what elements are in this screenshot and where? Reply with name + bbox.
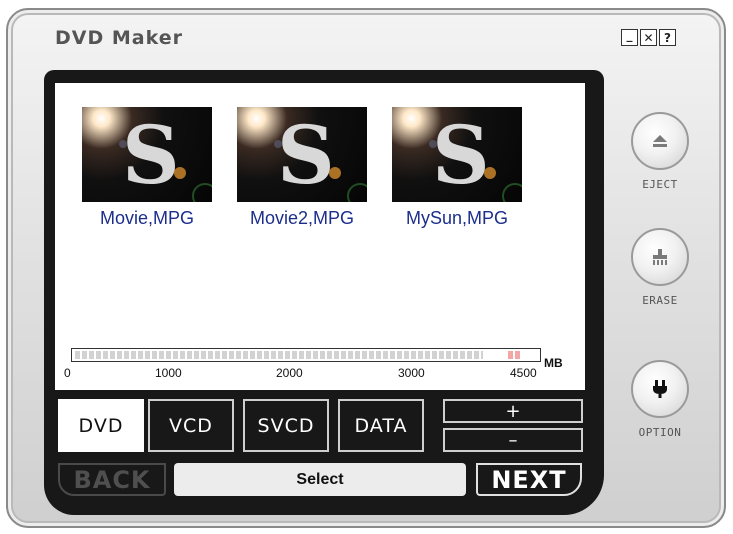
capacity-tick: 1000 bbox=[155, 366, 182, 380]
minimize-icon: _ bbox=[626, 27, 633, 42]
capacity-tick: 4500 bbox=[510, 366, 537, 380]
video-thumbnail: S bbox=[82, 107, 212, 202]
tab-dvd[interactable]: DVD bbox=[58, 399, 144, 452]
tab-vcd[interactable]: VCD bbox=[148, 399, 234, 452]
erase-button[interactable]: ERASE bbox=[628, 228, 692, 307]
increase-button[interactable]: + bbox=[443, 399, 583, 423]
video-thumbnail: S bbox=[237, 107, 367, 202]
plug-icon bbox=[653, 380, 667, 398]
decrease-button[interactable]: – bbox=[443, 428, 583, 452]
erase-button-circle[interactable] bbox=[631, 228, 689, 286]
option-button-circle[interactable] bbox=[631, 360, 689, 418]
capacity-unit: MB bbox=[544, 356, 563, 370]
capacity-tick: 0 bbox=[64, 366, 71, 380]
file-name: MySun,MPG bbox=[405, 208, 509, 228]
tab-svcd[interactable]: SVCD bbox=[243, 399, 329, 452]
help-icon: ? bbox=[664, 30, 671, 45]
file-display-area: S Movie,MPG S Movie2,MPG S MySun,MPG MB … bbox=[55, 83, 585, 390]
file-item[interactable]: S Movie2,MPG bbox=[232, 107, 372, 229]
close-button[interactable]: ✕ bbox=[640, 29, 657, 46]
option-label: OPTION bbox=[638, 426, 682, 439]
option-button[interactable]: OPTION bbox=[628, 360, 692, 439]
tab-data[interactable]: DATA bbox=[338, 399, 424, 452]
file-name: Movie,MPG bbox=[99, 208, 195, 228]
next-button[interactable]: NEXT bbox=[476, 463, 582, 496]
video-thumbnail: S bbox=[392, 107, 522, 202]
erase-icon bbox=[653, 249, 667, 265]
eject-icon bbox=[653, 135, 667, 147]
help-button[interactable]: ? bbox=[659, 29, 676, 46]
close-icon: ✕ bbox=[643, 30, 654, 45]
minimize-button[interactable]: _ bbox=[621, 29, 638, 46]
capacity-fill bbox=[75, 351, 483, 359]
window-controls: _ ✕ ? bbox=[621, 29, 676, 46]
capacity-bar bbox=[71, 348, 541, 362]
file-item[interactable]: S MySun,MPG bbox=[387, 107, 527, 229]
capacity-warning-marker bbox=[508, 351, 522, 359]
eject-button-circle[interactable] bbox=[631, 112, 689, 170]
capacity-tick: 2000 bbox=[276, 366, 303, 380]
status-display: Select bbox=[174, 463, 466, 496]
eject-button[interactable]: EJECT bbox=[628, 112, 692, 191]
app-title: DVD Maker bbox=[55, 27, 183, 49]
file-item[interactable]: S Movie,MPG bbox=[77, 107, 217, 229]
eject-label: EJECT bbox=[642, 178, 678, 191]
back-button[interactable]: BACK bbox=[58, 463, 166, 496]
capacity-tick: 3000 bbox=[398, 366, 425, 380]
erase-label: ERASE bbox=[642, 294, 678, 307]
file-name: Movie2,MPG bbox=[249, 208, 355, 228]
